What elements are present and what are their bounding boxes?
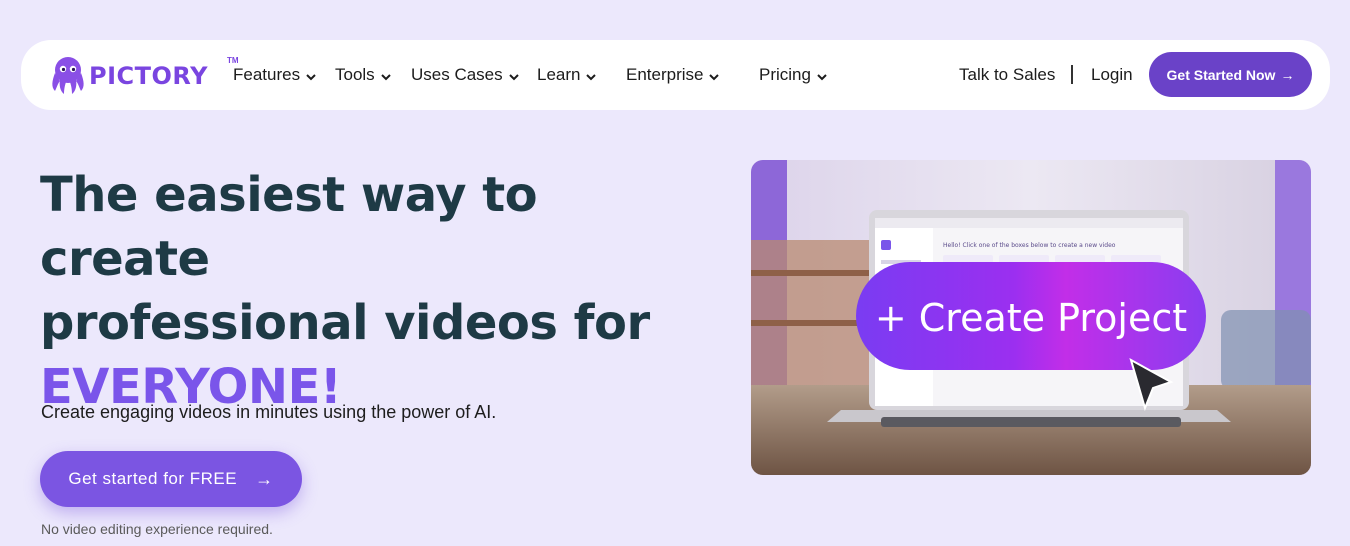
get-started-free-label: Get started for FREE: [68, 469, 238, 488]
hero-title: The easiest way to create professional v…: [40, 163, 720, 419]
get-started-free-button[interactable]: Get started for FREE →: [40, 451, 302, 507]
nav-enterprise[interactable]: Enterprise: [626, 64, 720, 86]
nav-divider: [1071, 65, 1073, 84]
get-started-now-button[interactable]: Get Started Now →: [1149, 52, 1312, 97]
chevron-down-icon: [508, 73, 519, 80]
chevron-down-icon: [586, 73, 597, 80]
create-project-label: + Create Project: [875, 296, 1187, 340]
hero-title-line1: The easiest way to create: [40, 167, 538, 287]
logo[interactable]: PICTORY TM: [49, 54, 239, 96]
chevron-down-icon: [709, 73, 720, 80]
chevron-down-icon: [306, 73, 316, 80]
nav-tools-label: Tools: [335, 65, 375, 84]
talk-to-sales-link[interactable]: Talk to Sales: [959, 64, 1055, 86]
top-navbar: PICTORY TM Features Tools Uses Cases Lea…: [21, 40, 1330, 110]
login-link[interactable]: Login: [1091, 64, 1133, 86]
brand-name: PICTORY: [89, 62, 208, 90]
nav-features-label: Features: [233, 65, 301, 84]
hero-subtitle: Create engaging videos in minutes using …: [41, 402, 497, 422]
nav-use-cases-label: Uses Cases: [411, 65, 503, 84]
nav-enterprise-label: Enterprise: [626, 65, 704, 84]
nav-tools[interactable]: Tools: [335, 64, 391, 86]
nav-use-cases[interactable]: Uses Cases: [411, 64, 519, 86]
chevron-down-icon: [817, 73, 827, 80]
octopus-logo-icon: [52, 57, 84, 94]
get-started-now-label: Get Started Now: [1166, 66, 1276, 83]
nav-pricing-label: Pricing: [759, 65, 811, 84]
chevron-down-icon: [380, 73, 391, 80]
no-experience-note: No video editing experience required.: [41, 521, 273, 537]
hero-laptop-image: Hello! Click one of the boxes below to c…: [751, 160, 1311, 475]
screen-greeting-text: Hello! Click one of the boxes below to c…: [943, 242, 1116, 249]
laptop-scene-illustration: Hello! Click one of the boxes below to c…: [751, 160, 1311, 475]
nav-learn-label: Learn: [537, 65, 581, 84]
nav-learn[interactable]: Learn: [537, 64, 597, 86]
hero-title-line2: professional videos for: [40, 295, 650, 351]
nav-pricing[interactable]: Pricing: [759, 64, 827, 86]
nav-features[interactable]: Features: [233, 64, 316, 86]
arrow-right-icon: →: [255, 468, 274, 489]
arrow-right-icon: →: [1280, 66, 1295, 83]
